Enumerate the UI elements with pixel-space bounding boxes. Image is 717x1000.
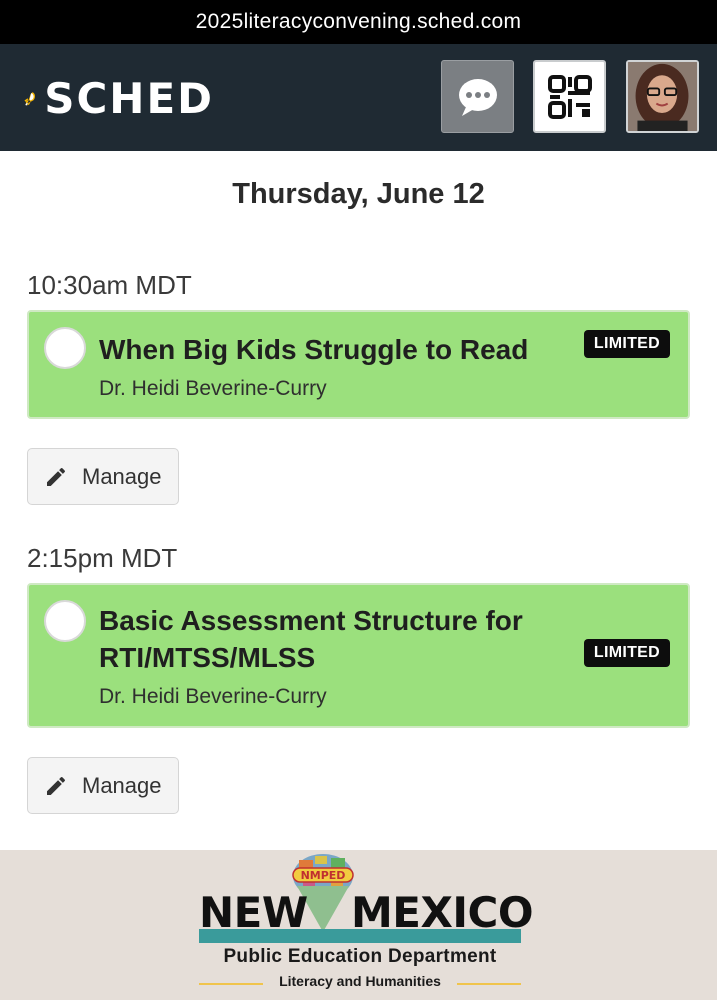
manage-label: Manage (82, 463, 162, 489)
url-text: 2025literacyconvening.sched.com (195, 10, 522, 33)
session-title[interactable]: When Big Kids Struggle to Read (99, 331, 528, 368)
sched-logo[interactable]: SCHED (24, 64, 214, 134)
qr-code-icon (547, 74, 592, 119)
session-card[interactable]: When Big Kids Struggle to Read Dr. Heidi… (27, 310, 690, 419)
session-select-radio[interactable] (44, 600, 86, 642)
limited-badge: LIMITED (583, 639, 670, 667)
manage-button[interactable]: Manage (27, 448, 179, 505)
logo-band (199, 929, 521, 943)
rocket-logo-icon (24, 92, 35, 106)
pencil-icon (47, 776, 66, 795)
session-select-radio[interactable] (44, 327, 86, 369)
time-slot-label: 10:30am MDT (27, 270, 192, 300)
chat-bubble-icon (458, 78, 497, 116)
department-name: Public Education Department (223, 946, 497, 967)
brand-name: SCHED (44, 74, 214, 123)
manage-label: Manage (82, 772, 162, 798)
day-heading: Thursday, June 12 (232, 178, 485, 210)
time-slot-label: 2:15pm MDT (27, 543, 178, 573)
profile-photo (628, 62, 697, 131)
browser-url-bar[interactable]: 2025literacyconvening.sched.com (0, 0, 717, 44)
manage-button[interactable]: Manage (27, 757, 179, 814)
app-header: SCHED (0, 44, 717, 151)
session-speaker[interactable]: Dr. Heidi Beverine-Curry (99, 377, 327, 401)
session-card[interactable]: Basic Assessment Structure for RTI/MTSS/… (27, 583, 690, 728)
nmped-logo[interactable]: ☼ NMPED NEW MEXICO Public Education Depa… (195, 852, 534, 998)
qr-code-button[interactable] (533, 60, 606, 133)
session-title-line: RTI/MTSS/MLSS (99, 642, 316, 673)
user-avatar[interactable] (626, 60, 699, 133)
chat-button[interactable] (441, 60, 514, 133)
nmped-badge-text: NMPED (301, 869, 346, 882)
session-speaker[interactable]: Dr. Heidi Beverine-Curry (99, 685, 327, 709)
footer: ☼ NMPED NEW MEXICO Public Education Depa… (0, 850, 717, 1000)
pencil-icon (47, 467, 66, 486)
session-title-line: Basic Assessment Structure for (99, 605, 523, 636)
session-title[interactable]: Basic Assessment Structure for RTI/MTSS/… (99, 602, 523, 676)
division-name: Literacy and Humanities (279, 973, 441, 989)
limited-badge: LIMITED (583, 330, 670, 358)
